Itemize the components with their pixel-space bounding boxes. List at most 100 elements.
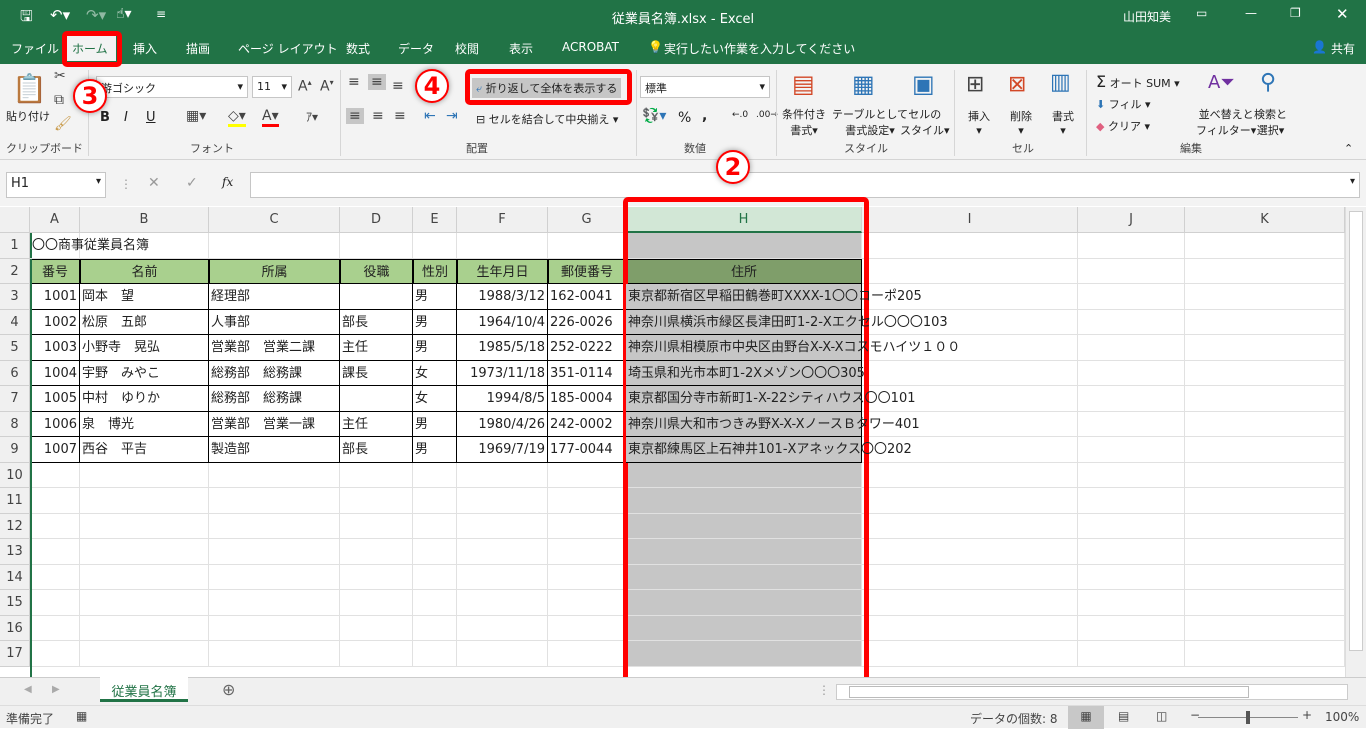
cell-C7[interactable]: 総務部 総務課 bbox=[209, 386, 340, 412]
cell-F9[interactable]: 1969/7/19 bbox=[457, 437, 548, 463]
cell-E12[interactable] bbox=[413, 513, 457, 539]
cell-C14[interactable] bbox=[209, 564, 340, 590]
cell-G7[interactable]: 185-0004 bbox=[548, 386, 626, 412]
increase-indent-icon[interactable]: ⇥ bbox=[446, 108, 458, 124]
cell-E1[interactable] bbox=[413, 233, 457, 259]
cell-B10[interactable] bbox=[80, 462, 209, 488]
percent-button[interactable]: % bbox=[678, 110, 691, 126]
font-size-select[interactable]: 11 ▾ bbox=[252, 76, 292, 98]
row-header[interactable]: 8 bbox=[0, 411, 30, 437]
align-left-icon[interactable]: ≡ bbox=[346, 108, 364, 124]
cell-C16[interactable] bbox=[209, 615, 340, 641]
cell-A15[interactable] bbox=[30, 590, 80, 616]
cell-G2[interactable]: 郵便番号 bbox=[548, 258, 626, 284]
find-select-button[interactable]: 検索と 選択▾ bbox=[1254, 106, 1287, 138]
increase-decimal-icon[interactable]: ←.0 bbox=[732, 110, 748, 120]
cell-A13[interactable] bbox=[30, 539, 80, 565]
cell-E16[interactable] bbox=[413, 615, 457, 641]
cell-I10[interactable] bbox=[862, 462, 1078, 488]
cell-E8[interactable]: 男 bbox=[413, 411, 457, 437]
cell-G17[interactable] bbox=[548, 641, 626, 667]
cell-J5[interactable] bbox=[1078, 335, 1185, 361]
tell-me-input[interactable]: 実行したい作業を入力してください bbox=[664, 40, 855, 57]
row-header[interactable]: 7 bbox=[0, 386, 30, 412]
cell-A11[interactable] bbox=[30, 488, 80, 514]
cell-A9[interactable]: 1007 bbox=[30, 437, 80, 463]
row-header[interactable]: 2 bbox=[0, 258, 30, 284]
sort-filter-button[interactable]: 並べ替えと フィルター▾ bbox=[1196, 106, 1256, 138]
cell-G3[interactable]: 162-0041 bbox=[548, 284, 626, 310]
cell-D16[interactable] bbox=[340, 615, 413, 641]
bold-button[interactable]: B bbox=[100, 110, 110, 125]
enter-icon[interactable]: ✓ bbox=[186, 175, 198, 191]
cell-A14[interactable] bbox=[30, 564, 80, 590]
column-header-g[interactable]: G bbox=[548, 207, 626, 233]
cell-H5[interactable]: 神奈川県相模原市中央区由野台X-X-Xコスモハイツ１００ bbox=[626, 335, 960, 361]
zoom-slider[interactable] bbox=[1198, 711, 1298, 724]
tab-acrobat[interactable]: ACROBAT bbox=[562, 40, 619, 54]
cell-J4[interactable] bbox=[1078, 309, 1185, 335]
sheet-tab-active[interactable]: 従業員名簿 bbox=[100, 677, 188, 702]
cell-G9[interactable]: 177-0044 bbox=[548, 437, 626, 463]
cell-J13[interactable] bbox=[1078, 539, 1185, 565]
ribbon-display-icon[interactable]: ▭ bbox=[1196, 6, 1207, 20]
cell-A6[interactable]: 1004 bbox=[30, 360, 80, 386]
cell-E17[interactable] bbox=[413, 641, 457, 667]
cell-K16[interactable] bbox=[1185, 615, 1345, 641]
column-header-i[interactable]: I bbox=[862, 207, 1078, 233]
cell-E7[interactable]: 女 bbox=[413, 386, 457, 412]
cell-H7[interactable]: 東京都国分寺市新町1-X-22シティハウス〇〇101 bbox=[626, 386, 916, 412]
page-layout-view-icon[interactable]: ▤ bbox=[1118, 709, 1129, 723]
row-header[interactable]: 5 bbox=[0, 335, 30, 361]
cell-B8[interactable]: 泉 博光 bbox=[80, 411, 209, 437]
cell-C5[interactable]: 営業部 営業二課 bbox=[209, 335, 340, 361]
zoom-out-button[interactable]: − bbox=[1190, 708, 1200, 722]
cell-B16[interactable] bbox=[80, 615, 209, 641]
cell-C1[interactable] bbox=[209, 233, 340, 259]
cell-C9[interactable]: 製造部 bbox=[209, 437, 340, 463]
cell-B3[interactable]: 岡本 望 bbox=[80, 284, 209, 310]
tab-file[interactable]: ファイル bbox=[11, 40, 59, 57]
cell-J3[interactable] bbox=[1078, 284, 1185, 310]
row-header[interactable]: 10 bbox=[0, 462, 30, 488]
cell-F14[interactable] bbox=[457, 564, 548, 590]
cell-C15[interactable] bbox=[209, 590, 340, 616]
row-header[interactable]: 11 bbox=[0, 488, 30, 514]
cell-K12[interactable] bbox=[1185, 513, 1345, 539]
cell-K3[interactable] bbox=[1185, 284, 1345, 310]
tab-insert[interactable]: 挿入 bbox=[133, 40, 157, 57]
cell-K6[interactable] bbox=[1185, 360, 1345, 386]
page-break-view-icon[interactable]: ◫ bbox=[1156, 709, 1167, 723]
cell-A5[interactable]: 1003 bbox=[30, 335, 80, 361]
cell-A10[interactable] bbox=[30, 462, 80, 488]
cell-C12[interactable] bbox=[209, 513, 340, 539]
cell-styles-button[interactable]: セルの スタイル▾ bbox=[900, 106, 950, 138]
conditional-format-button[interactable]: 条件付き 書式▾ bbox=[782, 106, 826, 138]
cell-K5[interactable] bbox=[1185, 335, 1345, 361]
cell-F7[interactable]: 1994/8/5 bbox=[457, 386, 548, 412]
cell-E4[interactable]: 男 bbox=[413, 309, 457, 335]
cell-J2[interactable] bbox=[1078, 258, 1185, 284]
tab-data[interactable]: データ bbox=[398, 40, 434, 57]
cell-C4[interactable]: 人事部 bbox=[209, 309, 340, 335]
cancel-icon[interactable]: ✕ bbox=[148, 175, 160, 191]
phonetic-icon[interactable]: ｱ▾ bbox=[306, 108, 318, 125]
clear-button[interactable]: ◆ クリア ▾ bbox=[1096, 118, 1150, 134]
cell-J6[interactable] bbox=[1078, 360, 1185, 386]
cell-G1[interactable] bbox=[548, 233, 626, 259]
row-header[interactable]: 13 bbox=[0, 539, 30, 565]
normal-view-icon[interactable]: ▦ bbox=[1068, 706, 1104, 729]
cell-K2[interactable] bbox=[1185, 258, 1345, 284]
cell-H4[interactable]: 神奈川県横浜市緑区長津田町1-2-Xエクセル〇〇〇103 bbox=[626, 309, 948, 335]
cell-D13[interactable] bbox=[340, 539, 413, 565]
column-header-d[interactable]: D bbox=[340, 207, 413, 233]
cell-D12[interactable] bbox=[340, 513, 413, 539]
cell-C10[interactable] bbox=[209, 462, 340, 488]
column-header-b[interactable]: B bbox=[80, 207, 209, 233]
format-as-table-button[interactable]: テーブルとして 書式設定▾ bbox=[832, 106, 908, 138]
cell-C8[interactable]: 営業部 営業一課 bbox=[209, 411, 340, 437]
cell-G8[interactable]: 242-0002 bbox=[548, 411, 626, 437]
cell-K13[interactable] bbox=[1185, 539, 1345, 565]
cell-F4[interactable]: 1964/10/4 bbox=[457, 309, 548, 335]
cell-B17[interactable] bbox=[80, 641, 209, 667]
